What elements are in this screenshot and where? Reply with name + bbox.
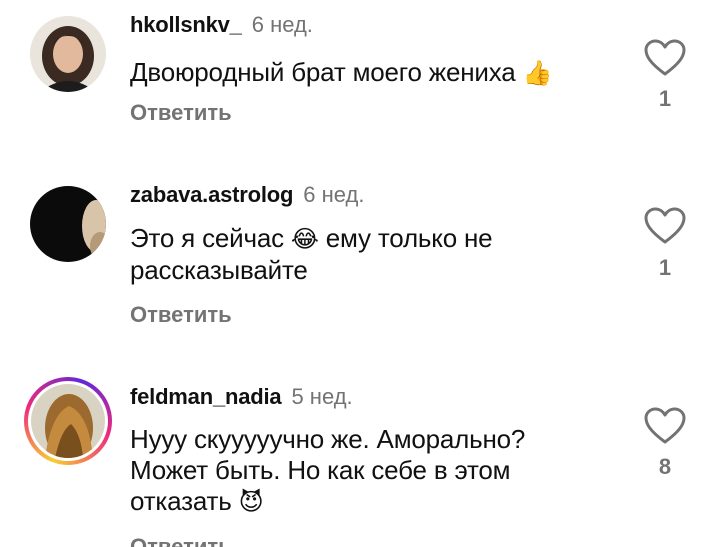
- reply-button[interactable]: Ответить: [130, 100, 232, 126]
- like-count: 1: [658, 86, 672, 111]
- laughing-emoji: 😂: [290, 226, 319, 253]
- timestamp: 6 нед.: [303, 182, 365, 207]
- avatar-image: [30, 186, 106, 262]
- heart-icon[interactable]: [642, 38, 688, 78]
- avatar: [31, 384, 105, 458]
- thumbs-up-emoji: 👍: [522, 60, 553, 87]
- timestamp: 6 нед.: [251, 12, 313, 37]
- heart-icon[interactable]: [642, 406, 688, 446]
- heart-icon[interactable]: [642, 206, 688, 246]
- avatar[interactable]: [30, 16, 106, 92]
- comment-item: hkollsnkv_ 6 нед. Двоюродный брат моего ж…: [0, 0, 720, 170]
- avatar-image: [30, 16, 106, 92]
- avatar-image: [31, 384, 105, 458]
- comment-text: Это я сейчас 😂 ему только не рассказывай…: [130, 223, 493, 285]
- comment-text: Нууу скууууучно же. Аморально? Может быт…: [130, 424, 526, 516]
- username[interactable]: feldman_nadia: [130, 384, 282, 409]
- reply-button[interactable]: Ответить: [130, 534, 232, 547]
- username[interactable]: zabava.astrolog: [130, 182, 293, 207]
- comment-item: zabava.astrolog 6 нед. Это я сейчас 😂 ему…: [0, 170, 720, 360]
- reply-button[interactable]: Ответить: [130, 302, 232, 328]
- comment-item: feldman_nadia 5 нед. Нууу скууууучно же. …: [0, 360, 720, 547]
- avatar[interactable]: [30, 186, 106, 262]
- like-count: 1: [658, 255, 672, 280]
- comment-text: Двоюродный брат моего жениха 👍: [130, 57, 553, 87]
- smiling-devil-emoji: 😈: [238, 489, 264, 516]
- story-ring[interactable]: [24, 377, 112, 465]
- username[interactable]: hkollsnkv_: [130, 12, 242, 37]
- like-count: 8: [658, 454, 672, 479]
- timestamp: 5 нед.: [291, 384, 353, 409]
